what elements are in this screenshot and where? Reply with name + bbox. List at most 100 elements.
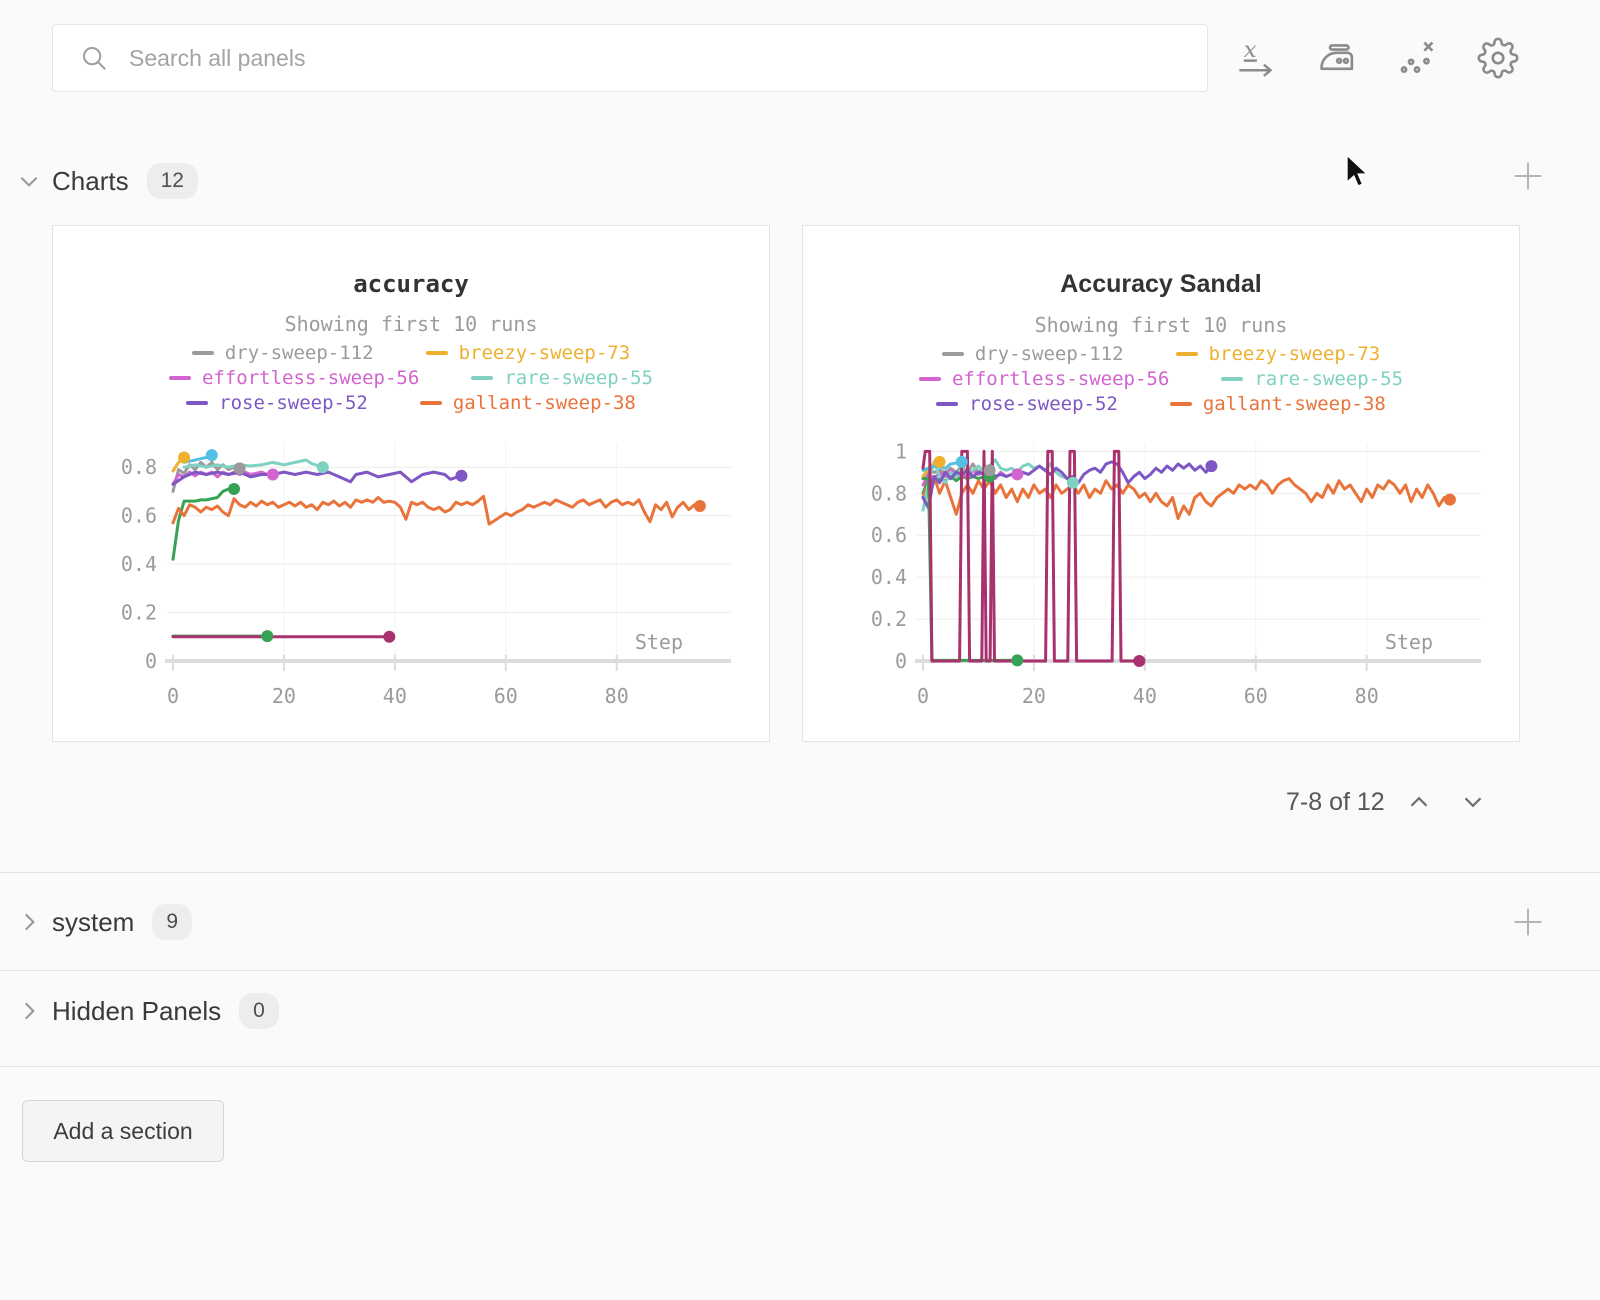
svg-text:80: 80: [605, 684, 629, 708]
panel-accuracy-sandal[interactable]: Accuracy Sandal Showing first 10 runs dr…: [802, 225, 1520, 742]
legend-label: breezy-sweep-73: [459, 342, 631, 364]
add-panel-button[interactable]: [1508, 902, 1548, 942]
legend-label: dry-sweep-112: [975, 343, 1124, 365]
legend-label: dry-sweep-112: [225, 342, 374, 364]
search-input[interactable]: [129, 45, 1181, 72]
outlier-icon[interactable]: [1393, 34, 1441, 82]
hidden-count-badge: 0: [239, 993, 279, 1028]
svg-text:0.8: 0.8: [121, 455, 157, 479]
legend-label: gallant-sweep-38: [453, 392, 636, 414]
legend-swatch: [169, 376, 191, 380]
legend-item-rose-sweep-52[interactable]: rose-sweep-52: [936, 393, 1118, 415]
legend-item-dry-sweep-112[interactable]: dry-sweep-112: [942, 343, 1124, 365]
svg-text:60: 60: [494, 684, 518, 708]
section-header-system: system 9: [0, 896, 1600, 948]
legend-item-breezy-sweep-73[interactable]: breezy-sweep-73: [426, 342, 631, 364]
svg-text:Step: Step: [1385, 630, 1433, 654]
legend-label: breezy-sweep-73: [1209, 343, 1381, 365]
chart-title: Accuracy Sandal: [803, 270, 1519, 299]
svg-text:0: 0: [917, 684, 929, 708]
panel-toolbar: x: [1232, 34, 1522, 82]
legend-swatch: [426, 351, 448, 355]
system-count-badge: 9: [152, 904, 192, 939]
section-title-hidden-panels[interactable]: Hidden Panels: [52, 996, 221, 1027]
svg-text:x: x: [1244, 37, 1257, 63]
page-up-icon[interactable]: [1399, 782, 1439, 822]
legend-label: rose-sweep-52: [969, 393, 1118, 415]
svg-text:0.6: 0.6: [871, 523, 907, 547]
section-title-system[interactable]: system: [52, 907, 134, 938]
section-title-charts[interactable]: Charts: [52, 166, 129, 197]
add-section-button[interactable]: Add a section: [22, 1100, 224, 1162]
legend-item-breezy-sweep-73[interactable]: breezy-sweep-73: [1176, 343, 1381, 365]
chart-legend: dry-sweep-112 breezy-sweep-73 effortless-s…: [53, 342, 769, 414]
legend-item-gallant-sweep-38[interactable]: gallant-sweep-38: [1170, 393, 1386, 415]
chart-title: accuracy: [53, 270, 769, 298]
smoothing-iron-icon[interactable]: [1313, 34, 1361, 82]
legend-item-gallant-sweep-38[interactable]: gallant-sweep-38: [420, 392, 636, 414]
legend-label: gallant-sweep-38: [1203, 393, 1386, 415]
section-header-charts: Charts 12: [0, 158, 1600, 204]
legend-item-rare-sweep-55[interactable]: rare-sweep-55: [1221, 368, 1403, 390]
panel-pagination: 7-8 of 12: [1286, 782, 1493, 822]
svg-text:20: 20: [272, 684, 296, 708]
svg-text:0: 0: [167, 684, 179, 708]
legend-swatch: [1221, 377, 1243, 381]
legend-item-effortless-sweep-56[interactable]: effortless-sweep-56: [169, 367, 419, 389]
svg-text:Step: Step: [635, 630, 683, 654]
legend-item-rose-sweep-52[interactable]: rose-sweep-52: [186, 392, 368, 414]
chart-legend: dry-sweep-112 breezy-sweep-73 effortless-s…: [803, 343, 1519, 415]
panel-accuracy[interactable]: accuracy Showing first 10 runs dry-sweep…: [52, 225, 770, 742]
charts-count-badge: 12: [147, 163, 198, 198]
legend-label: rare-sweep-55: [1254, 368, 1403, 390]
svg-text:40: 40: [383, 684, 407, 708]
legend-label: rose-sweep-52: [219, 392, 368, 414]
legend-swatch: [471, 376, 493, 380]
search-bar: [52, 24, 1208, 92]
svg-text:0.8: 0.8: [871, 481, 907, 505]
section-header-hidden-panels: Hidden Panels 0: [0, 985, 1600, 1037]
legend-swatch: [936, 402, 958, 406]
legend-item-rare-sweep-55[interactable]: rare-sweep-55: [471, 367, 653, 389]
svg-text:0.6: 0.6: [121, 504, 157, 528]
chevron-down-icon[interactable]: [16, 168, 42, 194]
page-down-icon[interactable]: [1453, 782, 1493, 822]
legend-swatch: [942, 352, 964, 356]
svg-text:60: 60: [1244, 684, 1268, 708]
chart-canvas[interactable]: 0 20 40 60 80 0 0.2 0.4 0.6 0.8 Step: [53, 431, 769, 731]
panel-grid: accuracy Showing first 10 runs dry-sweep…: [52, 225, 1520, 742]
x-axis-icon[interactable]: x: [1232, 34, 1280, 82]
search-icon: [79, 43, 109, 73]
svg-text:40: 40: [1133, 684, 1157, 708]
legend-item-dry-sweep-112[interactable]: dry-sweep-112: [192, 342, 374, 364]
legend-label: effortless-sweep-56: [202, 367, 419, 389]
chart-canvas[interactable]: 0 20 40 60 80 0 0.2 0.4 0.6 0.8 1 Step: [803, 431, 1519, 731]
legend-label: rare-sweep-55: [504, 367, 653, 389]
legend-swatch: [1176, 352, 1198, 356]
svg-text:0: 0: [145, 649, 157, 673]
divider: [0, 1066, 1600, 1067]
svg-text:0: 0: [895, 649, 907, 673]
legend-swatch: [192, 351, 214, 355]
svg-text:0.4: 0.4: [871, 565, 907, 589]
chevron-right-icon[interactable]: [16, 998, 42, 1024]
add-panel-button[interactable]: [1508, 156, 1548, 196]
divider: [0, 872, 1600, 873]
svg-text:80: 80: [1355, 684, 1379, 708]
settings-gear-icon[interactable]: [1474, 34, 1522, 82]
chart-subtitle: Showing first 10 runs: [53, 312, 769, 336]
legend-label: effortless-sweep-56: [952, 368, 1169, 390]
svg-text:0.2: 0.2: [121, 601, 157, 625]
legend-swatch: [1170, 402, 1192, 406]
legend-swatch: [420, 401, 442, 405]
svg-text:0.4: 0.4: [121, 552, 157, 576]
chart-subtitle: Showing first 10 runs: [803, 313, 1519, 337]
svg-text:0.2: 0.2: [871, 607, 907, 631]
legend-item-effortless-sweep-56[interactable]: effortless-sweep-56: [919, 368, 1169, 390]
legend-swatch: [186, 401, 208, 405]
chevron-right-icon[interactable]: [16, 909, 42, 935]
svg-text:1: 1: [895, 439, 907, 463]
legend-swatch: [919, 377, 941, 381]
pagination-label: 7-8 of 12: [1286, 788, 1385, 817]
svg-text:20: 20: [1022, 684, 1046, 708]
